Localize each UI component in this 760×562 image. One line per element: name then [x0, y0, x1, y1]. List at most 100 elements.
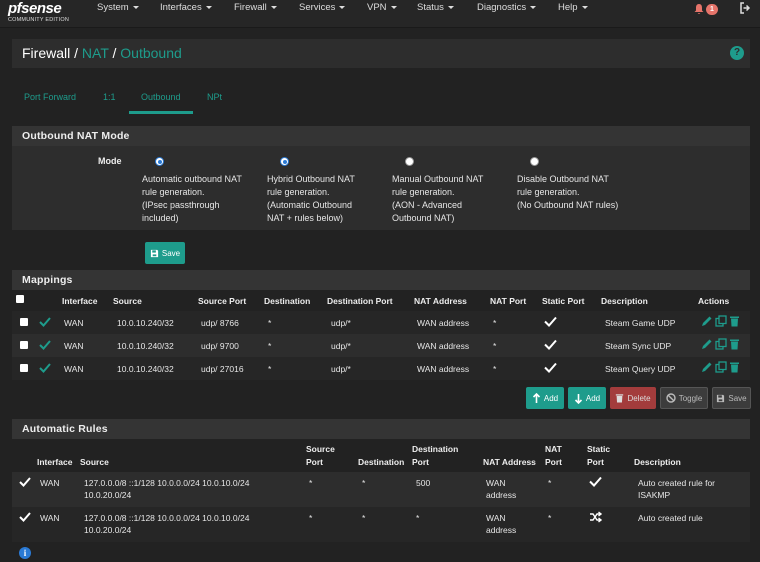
col-destination-port-2: Port [412, 457, 429, 467]
mappings-save-button[interactable]: Save [712, 387, 751, 409]
pencil-icon[interactable] [701, 338, 713, 350]
col-source-port-2: Port [306, 457, 323, 467]
pencil-icon[interactable] [701, 361, 713, 373]
cell-destination: * [362, 513, 366, 523]
mode-manual-radio[interactable] [405, 157, 414, 166]
trash-icon[interactable] [729, 338, 740, 350]
cell-source: 10.0.10.240/32 [117, 341, 174, 351]
static-port-check-icon [589, 476, 602, 487]
cell-nat-address: WAN [486, 478, 506, 488]
bell-icon [694, 4, 704, 14]
mode-hybrid-radio[interactable] [280, 157, 289, 166]
tab-npt[interactable]: NPt [207, 92, 222, 102]
row-checkbox[interactable] [20, 364, 28, 372]
delete-button[interactable]: Delete [610, 387, 656, 409]
chevron-down-icon [132, 5, 139, 9]
menu-status-label: Status [417, 2, 444, 13]
automatic-rules-heading: Automatic Rules [12, 419, 750, 439]
menu-firewall[interactable]: Firewall [234, 2, 277, 13]
trash-icon[interactable] [729, 361, 740, 373]
help-icon[interactable]: ? [730, 46, 744, 60]
add-rule-top-button[interactable]: Add [526, 387, 564, 409]
col-destination-port: Destination Port [327, 296, 393, 306]
pencil-icon[interactable] [701, 315, 713, 327]
cell-destination-port: udp/* [331, 341, 351, 351]
col-interface: Interface [37, 457, 73, 467]
mode-save-label: Save [161, 248, 181, 258]
mode-label: Mode [98, 156, 122, 166]
logout-button[interactable] [739, 2, 751, 16]
cell-source-cont: 10.0.20.0/24 [84, 525, 132, 535]
mappings-save-label: Save [728, 393, 747, 403]
menu-status[interactable]: Status [417, 2, 454, 13]
menu-help[interactable]: Help [558, 2, 588, 13]
menu-services-label: Services [299, 2, 336, 13]
mode-disable-radio[interactable] [530, 157, 539, 166]
cell-source: 127.0.0.0/8 ::1/128 10.0.0.0/24 10.0.10.… [84, 478, 250, 488]
menu-interfaces[interactable]: Interfaces [160, 2, 212, 13]
mode-automatic-radio[interactable] [155, 157, 164, 166]
mappings-heading: Mappings [12, 270, 750, 290]
menu-diagnostics[interactable]: Diagnostics [477, 2, 537, 13]
static-port-check-icon [544, 362, 557, 373]
menu-vpn-label: VPN [367, 2, 387, 13]
info-icon[interactable]: i [19, 547, 31, 559]
col-description: Description [601, 296, 648, 306]
col-source: Source [80, 457, 109, 467]
add-rule-bottom-button[interactable]: Add [568, 387, 606, 409]
menu-system[interactable]: System [97, 2, 139, 13]
breadcrumb-outbound-link[interactable]: Outbound [120, 45, 182, 61]
select-all-checkbox[interactable] [16, 295, 24, 303]
col-nat-port: NAT Port [490, 296, 527, 306]
row-checkbox[interactable] [20, 318, 28, 326]
copy-icon[interactable] [715, 338, 727, 350]
cell-source-port: * [309, 478, 313, 488]
cell-destination-port: * [416, 513, 420, 523]
tab-one-to-one[interactable]: 1:1 [103, 92, 116, 102]
copy-icon[interactable] [715, 361, 727, 373]
enabled-check-icon[interactable] [39, 340, 51, 350]
mode-disable-desc: Disable Outbound NAT rule generation. (N… [517, 174, 619, 210]
auto-rules-header-row [12, 439, 750, 472]
col-actions: Actions [698, 296, 730, 306]
enabled-check-icon[interactable] [39, 317, 51, 327]
chevron-down-icon [447, 5, 454, 9]
cell-interface: WAN [40, 478, 60, 488]
col-destination-port-1: Destination [412, 444, 459, 454]
menu-vpn[interactable]: VPN [367, 2, 397, 13]
cell-destination: * [268, 341, 272, 351]
cell-nat-address-cont: address [486, 490, 517, 500]
floppy-icon [150, 249, 158, 257]
enabled-check-icon[interactable] [39, 363, 51, 373]
menu-services[interactable]: Services [299, 2, 346, 13]
chevron-down-icon [205, 5, 212, 9]
arrow-down-icon [574, 393, 582, 404]
ban-icon [666, 393, 676, 403]
cell-destination: * [362, 478, 366, 488]
mode-save-button[interactable]: Save [145, 242, 185, 264]
chevron-down-icon [390, 5, 397, 9]
copy-icon[interactable] [715, 315, 727, 327]
menu-help-label: Help [558, 2, 578, 13]
chevron-down-icon [581, 5, 588, 9]
active-tab-indicator [129, 111, 193, 114]
chevron-down-icon [530, 5, 537, 9]
breadcrumb-separator: / [74, 45, 79, 61]
menu-system-label: System [97, 2, 129, 13]
random-icon [590, 511, 602, 523]
breadcrumb-nat-link[interactable]: NAT [82, 45, 109, 61]
cell-source-port: udp/ 9700 [201, 341, 239, 351]
tab-port-forward[interactable]: Port Forward [24, 92, 76, 102]
menu-interfaces-label: Interfaces [160, 2, 202, 13]
row-checkbox[interactable] [20, 341, 28, 349]
pfsense-logo[interactable]: pfsense COMMUNITY EDITION [8, 1, 78, 25]
trash-icon[interactable] [729, 315, 740, 327]
logout-icon [740, 2, 751, 14]
toggle-button[interactable]: Toggle [660, 387, 708, 409]
notifications-button[interactable]: 1 [693, 2, 721, 16]
cell-nat-address: WAN address [417, 318, 470, 328]
cell-description: Steam Sync UDP [605, 341, 672, 351]
cell-source: 10.0.10.240/32 [117, 364, 174, 374]
tab-outbound[interactable]: Outbound [141, 92, 181, 102]
cell-nat-address-cont: address [486, 525, 517, 535]
